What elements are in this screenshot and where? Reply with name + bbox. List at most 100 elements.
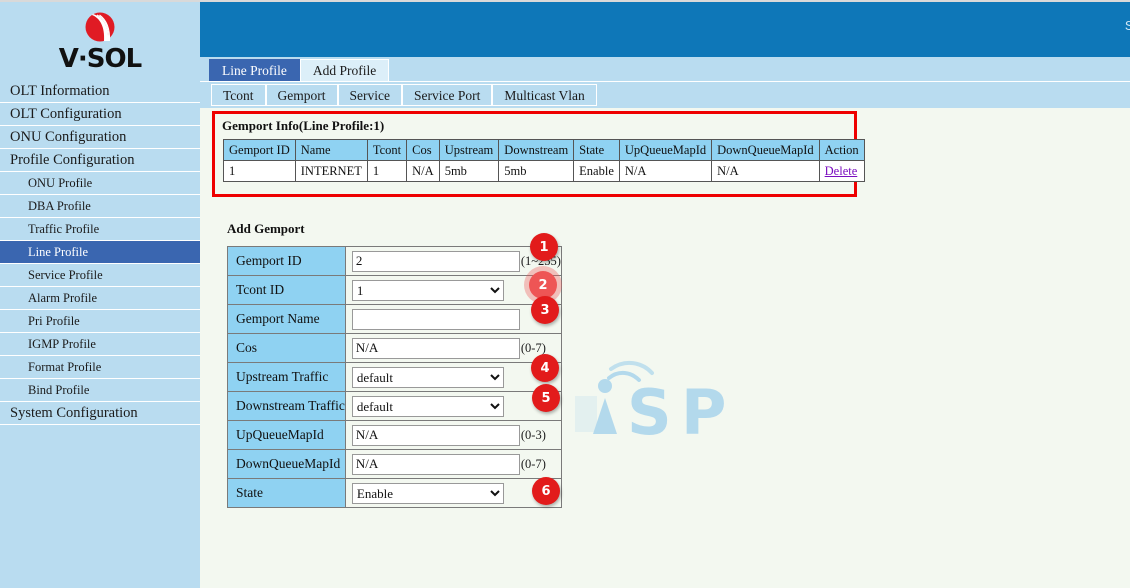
field-cell-gemport-id: (1~255) (344, 246, 562, 276)
sidebar-item-onu-configuration[interactable]: ONU Configuration (0, 126, 200, 149)
sidebar-item-pri-profile[interactable]: Pri Profile (0, 310, 200, 333)
form-row-upstream-traffic: Upstream Traffic default (227, 362, 562, 392)
column-header: Cos (406, 139, 440, 161)
downstream-traffic-select[interactable]: default (351, 395, 504, 417)
sidebar-item-label: ONU Profile (28, 176, 93, 190)
form-row-gemport-id: Gemport ID(1~255) (227, 246, 562, 276)
brand-logo: V·SOL (0, 2, 200, 80)
sidebar-item-traffic-profile[interactable]: Traffic Profile (0, 218, 200, 241)
form-row-downstream-traffic: Downstream Traffic default (227, 391, 562, 421)
brand-wordmark: V·SOL (58, 43, 142, 74)
add-gemport-form: Gemport ID(1~255)Tcont ID1Gemport NameCo… (227, 246, 562, 508)
field-label-gemport-id: Gemport ID (227, 246, 346, 276)
subtab-gemport[interactable]: Gemport (265, 84, 338, 106)
sidebar-item-label: System Configuration (10, 405, 138, 421)
field-label-up-queue-map-id: UpQueueMapId (227, 420, 346, 450)
sidebar-item-profile-configuration[interactable]: Profile Configuration (0, 149, 200, 172)
cell-tcont: 1 (366, 160, 408, 182)
column-header: Name (294, 139, 368, 161)
cell-upstream: 5mb (438, 160, 500, 182)
sidebar-item-label: ONU Configuration (10, 129, 127, 145)
header-right-text: S (1124, 18, 1130, 33)
column-header: Downstream (498, 139, 575, 161)
sidebar-item-label: DBA Profile (28, 199, 91, 213)
vsol-logo-icon (81, 11, 119, 45)
sidebar-item-service-profile[interactable]: Service Profile (0, 264, 200, 287)
cos-input[interactable] (351, 337, 520, 359)
sidebar-item-onu-profile[interactable]: ONU Profile (0, 172, 200, 195)
subtab-service[interactable]: Service (337, 84, 403, 106)
column-header: State (573, 139, 620, 161)
step-badge-4: 4 (531, 354, 559, 382)
sidebar: V·SOL OLT Information OLT Configuration ON… (0, 0, 200, 588)
sidebar-item-format-profile[interactable]: Format Profile (0, 356, 200, 379)
field-label-state: State (227, 478, 346, 508)
sidebar-item-alarm-profile[interactable]: Alarm Profile (0, 287, 200, 310)
down-queue-map-id-input[interactable] (351, 453, 520, 475)
step-badge-5: 5 (532, 384, 560, 412)
form-row-down-queue-map-id: DownQueueMapId (0-7) (227, 449, 562, 479)
top-header-bar: S (200, 2, 1130, 57)
gemport-info-title: Gemport Info(Line Profile:1) (222, 118, 385, 133)
secondary-tab-bar: Tcont Gemport Service Service Port Multicast… (200, 82, 1130, 108)
sidebar-item-bind-profile[interactable]: Bind Profile (0, 379, 200, 402)
field-label-upstream-traffic: Upstream Traffic (227, 362, 346, 392)
cell-gemport-id: 1 (223, 160, 296, 182)
tab-add-profile[interactable]: Add Profile (299, 59, 390, 81)
gemport-id-input[interactable] (351, 250, 520, 272)
subtab-multicast-vlan[interactable]: Multicast Vlan (492, 84, 597, 106)
application-window: V·SOL OLT Information OLT Configuration ON… (0, 0, 1130, 588)
column-header: Gemport ID (223, 139, 296, 161)
sidebar-item-system-configuration[interactable]: System Configuration (0, 402, 200, 425)
cell-state: Enable (573, 160, 620, 182)
sidebar-item-label: IGMP Profile (28, 337, 96, 351)
step-badge-2: 2 (529, 271, 557, 299)
svg-text:P: P (681, 376, 726, 446)
cell-action: Delete (818, 160, 865, 182)
svg-text:S: S (627, 376, 672, 446)
step-badge-6: 6 (532, 477, 560, 505)
state-select[interactable]: Enable (351, 482, 504, 504)
table-header-row: Gemport ID Name Tcont Cos Upstream Downstream… (223, 139, 865, 161)
cell-up-queue-map-id: N/A (618, 160, 713, 182)
sidebar-item-label: Traffic Profile (28, 222, 100, 236)
step-badge-3: 3 (531, 296, 559, 324)
sidebar-nav: OLT Information OLT Configuration ONU Conf… (0, 80, 200, 425)
sidebar-item-line-profile[interactable]: Line Profile (0, 241, 200, 264)
sidebar-item-igmp-profile[interactable]: IGMP Profile (0, 333, 200, 356)
sidebar-item-dba-profile[interactable]: DBA Profile (0, 195, 200, 218)
delete-link[interactable]: Delete (825, 164, 858, 178)
column-header: Action (818, 139, 865, 161)
field-label-down-queue-map-id: DownQueueMapId (227, 449, 346, 479)
isp-watermark: S P (545, 356, 875, 449)
cell-cos: N/A (406, 160, 440, 182)
sidebar-item-olt-information[interactable]: OLT Information (0, 80, 200, 103)
field-cell-upstream-traffic: default (344, 362, 562, 392)
sidebar-item-olt-configuration[interactable]: OLT Configuration (0, 103, 200, 126)
sidebar-item-label: Line Profile (28, 245, 89, 259)
subtab-service-port[interactable]: Service Port (402, 84, 493, 106)
form-row-state: State Enable (227, 478, 562, 508)
up-queue-map-id-input[interactable] (351, 424, 520, 446)
table-row: 1 INTERNET 1 N/A 5mb 5mb Enable N/A N/A Delete (223, 160, 865, 182)
field-label-downstream-traffic: Downstream Traffic (227, 391, 346, 421)
step-badge-1: 1 (530, 233, 558, 261)
gemport-name-input[interactable] (351, 308, 520, 330)
field-hint-cos: (0-7) (520, 340, 546, 355)
column-header: Tcont (366, 139, 408, 161)
content-area: S P Gemport Info(Line Profile:1) Gemport… (200, 108, 1130, 588)
sidebar-item-label: Service Profile (28, 268, 103, 282)
sidebar-item-label: Format Profile (28, 360, 102, 374)
column-header: DownQueueMapId (711, 139, 820, 161)
cell-down-queue-map-id: N/A (711, 160, 820, 182)
field-cell-state: Enable (344, 478, 562, 508)
form-row-cos: Cos (0-7) (227, 333, 562, 363)
upstream-traffic-select[interactable]: default (351, 366, 504, 388)
cell-downstream: 5mb (498, 160, 575, 182)
field-cell-cos: (0-7) (344, 333, 562, 363)
tab-line-profile[interactable]: Line Profile (209, 59, 300, 81)
subtab-tcont[interactable]: Tcont (211, 84, 266, 106)
field-cell-gemport-name (344, 304, 562, 334)
tcont-id-select[interactable]: 1 (351, 279, 504, 301)
add-gemport-title: Add Gemport (227, 221, 305, 236)
